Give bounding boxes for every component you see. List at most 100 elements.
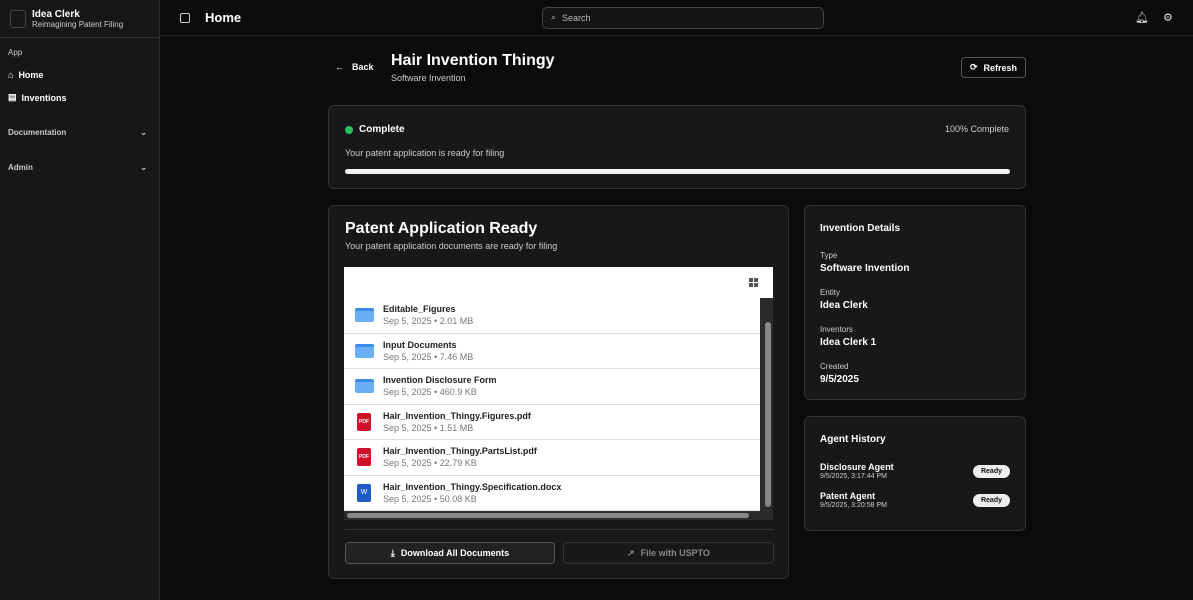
- file-meta: Sep 5, 2025 • 50.08 KB: [383, 493, 477, 504]
- section-label: App: [8, 48, 23, 57]
- refresh-label: Refresh: [983, 62, 1018, 73]
- application-card: Patent Application Ready Your patent app…: [328, 205, 789, 579]
- group-label: Admin: [8, 163, 33, 172]
- header-title: Home: [205, 10, 242, 25]
- sidebar-item-home[interactable]: ⌂ Home: [0, 63, 159, 86]
- page-title: Hair Invention Thingy: [391, 52, 555, 69]
- search-input[interactable]: ⌕ Search: [542, 6, 824, 29]
- pdf-icon: PDF: [357, 412, 371, 431]
- vertical-scrollbar[interactable]: [765, 322, 771, 507]
- file-browser: Editable_Figures Sep 5, 2025 • 2.01 MB Inp…: [344, 267, 773, 520]
- invention-details-card: Invention Details Type Software Invention…: [804, 205, 1026, 400]
- agent-time: 9/5/2025, 3:20:58 PM: [820, 502, 887, 509]
- page-subtitle: Software Invention: [391, 73, 466, 83]
- file-name: Hair_Invention_Thingy.PartsList.pdf: [383, 446, 537, 457]
- status-badge: Ready: [972, 464, 1010, 478]
- agent-item: Disclosure Agent 9/5/2025, 3:17:44 PM Read…: [820, 462, 1010, 480]
- file-row[interactable]: Input Documents Sep 5, 2025 • 7.46 MB: [344, 333, 760, 369]
- search-icon: ⌕: [551, 12, 557, 22]
- file-label: File with USPTO: [640, 548, 710, 558]
- file-name: Input Documents: [383, 339, 457, 350]
- detail-value: Idea Clerk: [820, 300, 868, 311]
- sidebar-toggle-icon[interactable]: [180, 12, 190, 23]
- grid-view-icon[interactable]: [749, 278, 758, 287]
- progress-fill: [345, 169, 1010, 174]
- agent-history-card: Agent History Disclosure Agent 9/5/2025, …: [804, 416, 1026, 531]
- brand[interactable]: Idea Clerk Reimagining Patent Filing: [0, 0, 159, 38]
- folder-icon: [354, 343, 374, 358]
- detail-field: Entity Idea Clerk: [820, 288, 1010, 311]
- file-row[interactable]: W Hair_Invention_Thingy.Specification.doc…: [344, 475, 760, 511]
- horizontal-scrollbar[interactable]: [347, 513, 749, 518]
- status-label: Complete: [359, 124, 405, 135]
- status-dot-icon: [345, 125, 353, 134]
- arrow-left-icon: ←: [335, 62, 344, 72]
- folder-icon: [354, 308, 374, 323]
- file-meta: Sep 5, 2025 • 2.01 MB: [383, 316, 474, 327]
- agent-history-title: Agent History: [820, 434, 886, 445]
- file-row[interactable]: Editable_Figures Sep 5, 2025 • 2.01 MB: [344, 298, 760, 334]
- download-icon: ⤓: [390, 547, 395, 558]
- file-meta: Sep 5, 2025 • 460.9 KB: [383, 387, 477, 398]
- refresh-icon: ⟳: [969, 62, 978, 72]
- agent-time: 9/5/2025, 3:17:44 PM: [820, 473, 887, 480]
- file-meta: Sep 5, 2025 • 7.46 MB: [383, 351, 474, 362]
- lightbulb-logo-icon: [10, 9, 26, 28]
- file-meta: Sep 5, 2025 • 1.51 MB: [383, 422, 474, 433]
- status-card: Complete 100% Complete Your patent appli…: [328, 105, 1026, 189]
- file-name: Hair_Invention_Thingy.Specification.docx: [383, 481, 562, 492]
- progress-bar: [345, 169, 1010, 174]
- detail-field: Type Software Invention: [820, 251, 1010, 274]
- detail-label: Type: [820, 251, 838, 260]
- chevron-down-icon: ⌄: [140, 128, 147, 137]
- file-row[interactable]: PDF Hair_Invention_Thingy.PartsList.pdf Se…: [344, 440, 760, 476]
- folder-icon: [354, 379, 374, 394]
- application-subtitle: Your patent application documents are re…: [345, 241, 558, 251]
- search-placeholder: Search: [562, 12, 591, 23]
- external-link-icon: ↗: [627, 547, 635, 558]
- status-message: Your patent application is ready for fil…: [345, 148, 505, 158]
- nav-label: Home: [18, 69, 44, 80]
- sidebar: Idea Clerk Reimagining Patent Filing App …: [0, 0, 160, 600]
- detail-field: Inventors Idea Clerk 1: [820, 325, 1010, 348]
- detail-value: Idea Clerk 1: [820, 337, 877, 348]
- sidebar-group-documentation[interactable]: Documentation ⌄: [0, 115, 159, 150]
- application-title: Patent Application Ready: [345, 220, 538, 237]
- file-icon: ▤: [8, 92, 17, 102]
- progress-percent: 100% Complete: [944, 124, 1009, 134]
- back-label: Back: [352, 62, 374, 72]
- back-button[interactable]: ← Back: [335, 62, 374, 72]
- home-icon: ⌂: [8, 69, 14, 80]
- file-name: Hair_Invention_Thingy.Figures.pdf: [383, 410, 531, 421]
- chevron-down-icon: ⌄: [140, 163, 147, 172]
- download-all-button[interactable]: ⤓ Download All Documents: [345, 542, 555, 564]
- status-badge: Ready: [972, 493, 1010, 507]
- sidebar-group-admin[interactable]: Admin ⌄: [0, 150, 159, 185]
- nav-label: Inventions: [21, 92, 67, 103]
- download-label: Download All Documents: [400, 548, 510, 558]
- file-with-uspto-button[interactable]: ↗ File with USPTO: [563, 542, 774, 564]
- sidebar-item-inventions[interactable]: ▤ Inventions: [0, 86, 159, 109]
- details-title: Invention Details: [820, 223, 901, 234]
- brand-tagline: Reimagining Patent Filing: [32, 19, 124, 29]
- file-row[interactable]: PDF Hair_Invention_Thingy.Figures.pdf Sep …: [344, 404, 760, 440]
- word-doc-icon: W: [357, 483, 371, 502]
- detail-value: 9/5/2025: [820, 374, 859, 385]
- detail-label: Inventors: [820, 325, 853, 334]
- file-name: Invention Disclosure Form: [383, 375, 497, 386]
- group-label: Documentation: [8, 128, 67, 137]
- pdf-icon: PDF: [357, 448, 371, 467]
- refresh-button[interactable]: ⟳ Refresh: [961, 57, 1026, 78]
- file-row[interactable]: Invention Disclosure Form Sep 5, 2025 • 4…: [344, 369, 760, 405]
- header: Home ⌕ Search 🔔︎ ⚙: [160, 0, 1193, 36]
- bell-icon[interactable]: 🔔︎: [1135, 11, 1149, 24]
- detail-label: Entity: [820, 288, 841, 297]
- brand-name: Idea Clerk: [32, 8, 80, 20]
- file-meta: Sep 5, 2025 • 22.79 KB: [383, 458, 477, 469]
- agent-name: Disclosure Agent: [820, 462, 894, 472]
- detail-field: Created 9/5/2025: [820, 362, 1010, 385]
- detail-label: Created: [820, 362, 849, 371]
- gear-icon[interactable]: ⚙: [1163, 11, 1173, 24]
- agent-name: Patent Agent: [820, 491, 876, 501]
- file-name: Editable_Figures: [383, 304, 456, 315]
